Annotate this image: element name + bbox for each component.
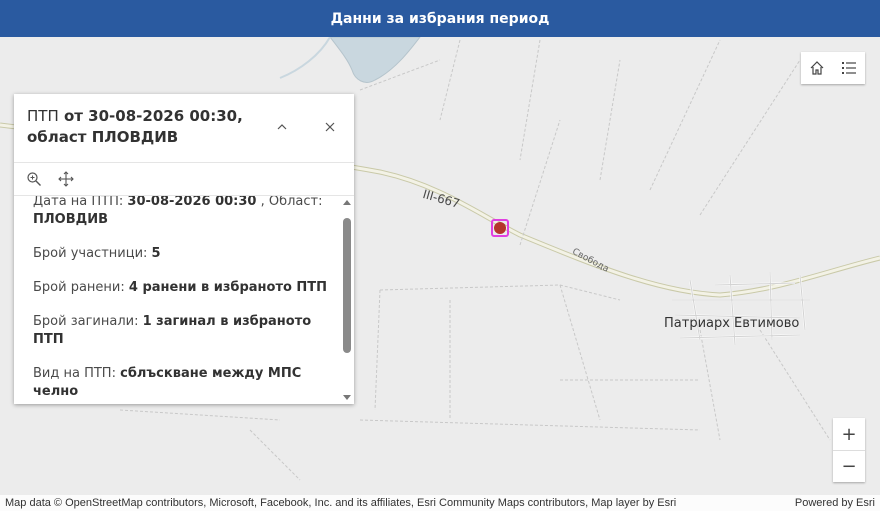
date-label: Дата на ПТП:: [33, 196, 124, 209]
date-value: 30-08-2026 00:30: [127, 196, 257, 209]
incident-popup: ПТП от 30-08-2026 00:30, област ПЛОВДИВ: [14, 94, 354, 404]
region-label: , Област:: [260, 196, 323, 209]
incident-marker[interactable]: [491, 219, 509, 237]
zoom-out-button[interactable]: −: [833, 450, 865, 482]
popup-actions: [14, 163, 354, 196]
field-participants: Брой участници: 5: [33, 245, 334, 263]
move-icon: [58, 171, 74, 187]
legend-button[interactable]: [833, 52, 865, 84]
popup-title: ПТП от 30-08-2026 00:30, област ПЛОВДИВ: [27, 106, 257, 148]
injured-value: 4 ранени в избраното ПТП: [128, 280, 328, 295]
collapse-button[interactable]: [271, 116, 293, 138]
participants-label: Брой участници:: [33, 246, 148, 261]
killed-label: Брой загинали:: [33, 314, 139, 329]
scroll-up-arrow-icon[interactable]: [343, 200, 351, 205]
zoom-in-button[interactable]: +: [833, 418, 865, 450]
app-header: Данни за избрания период: [0, 0, 880, 37]
scrollbar-thumb[interactable]: [343, 218, 351, 353]
field-date-region: Дата на ПТП: 30-08-2026 00:30 , Област: …: [33, 196, 334, 229]
zoom-control: + −: [833, 418, 865, 482]
popup-header: ПТП от 30-08-2026 00:30, област ПЛОВДИВ: [14, 94, 354, 163]
injured-label: Брой ранени:: [33, 280, 125, 295]
region-value: ПЛОВДИВ: [33, 212, 109, 227]
close-button[interactable]: [319, 116, 341, 138]
attribution-text: Map data © OpenStreetMap contributors, M…: [5, 497, 677, 509]
home-icon: [810, 61, 824, 75]
legend-list-icon: [842, 62, 856, 74]
field-type: Вид на ПТП: сблъскване между МПС челно: [33, 365, 334, 401]
powered-by-esri[interactable]: Powered by Esri: [795, 497, 875, 509]
field-injured: Брой ранени: 4 ранени в избраното ПТП: [33, 279, 334, 297]
popup-content[interactable]: Дата на ПТП: 30-08-2026 00:30 , Област: …: [14, 196, 354, 404]
close-icon: [325, 122, 335, 132]
header-title: Данни за избрания период: [330, 10, 550, 27]
popup-fields: Дата на ПТП: 30-08-2026 00:30 , Област: …: [14, 196, 354, 401]
popup-title-prefix: ПТП: [27, 107, 59, 125]
participants-value: 5: [151, 246, 161, 261]
type-label: Вид на ПТП:: [33, 366, 116, 381]
incident-dot[interactable]: [494, 222, 506, 234]
move-button[interactable]: [55, 168, 77, 190]
popup-scrollbar[interactable]: [340, 196, 354, 404]
map-attribution: Map data © OpenStreetMap contributors, M…: [0, 495, 880, 511]
village-label: Патриарх Евтимово: [664, 316, 800, 331]
popup-title-rest: от 30-08-2026 00:30, област ПЛОВДИВ: [27, 107, 243, 146]
zoom-to-button[interactable]: [23, 168, 45, 190]
scroll-down-arrow-icon[interactable]: [343, 395, 351, 400]
home-button[interactable]: [801, 52, 833, 84]
zoom-to-icon: [27, 172, 41, 186]
chevron-up-icon: [277, 124, 287, 130]
field-killed: Брой загинали: 1 загинал в избраното ПТП: [33, 313, 334, 349]
map-widget-toolbar: [801, 52, 865, 84]
